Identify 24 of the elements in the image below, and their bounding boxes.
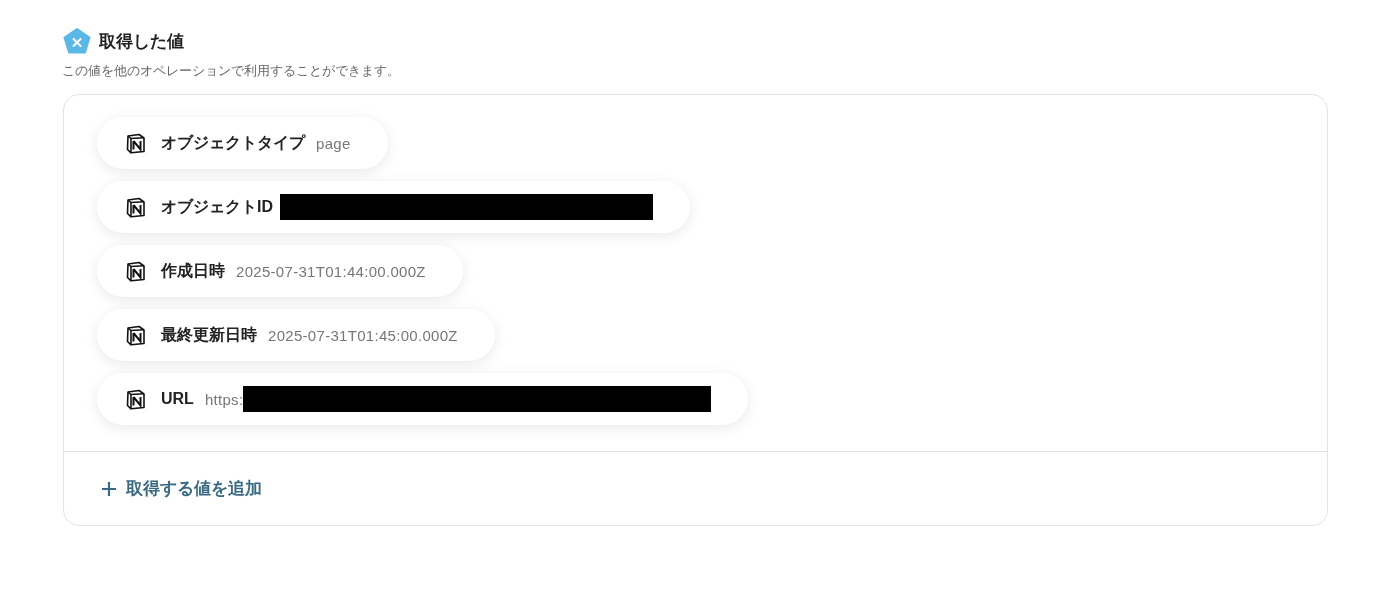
notion-logo-icon	[125, 260, 146, 282]
value-label: 最終更新日時	[161, 324, 257, 345]
value-chip[interactable]: URL https:	[97, 373, 749, 425]
value-chip[interactable]: 最終更新日時 2025-07-31T01:45:00.000Z	[97, 309, 495, 361]
value-label: オブジェクトID	[161, 196, 273, 217]
value-label: オブジェクトタイプ	[161, 132, 305, 153]
add-value-button[interactable]: 取得する値を追加	[101, 475, 262, 502]
value-chip[interactable]: オブジェクトID	[97, 181, 690, 233]
section-description: この値を他のオペレーションで利用することができます。	[62, 63, 401, 80]
notion-logo-icon	[125, 132, 146, 154]
notion-logo-icon	[125, 196, 146, 218]
value-label: 作成日時	[161, 260, 225, 281]
app-logo-icon	[63, 28, 91, 54]
notion-logo-icon	[125, 324, 146, 346]
value-chip[interactable]: オブジェクトタイプ page	[97, 117, 388, 169]
plus-icon	[101, 480, 117, 497]
value-text: https:	[204, 390, 244, 408]
value-chip[interactable]: 作成日時 2025-07-31T01:44:00.000Z	[97, 245, 463, 297]
notion-logo-icon	[125, 388, 146, 410]
value-text: 2025-07-31T01:44:00.000Z	[236, 262, 426, 280]
section-title: 取得した値	[99, 30, 184, 53]
value-label: URL	[161, 390, 194, 408]
value-text: page	[316, 134, 351, 152]
value-text: 2025-07-31T01:45:00.000Z	[268, 326, 458, 344]
